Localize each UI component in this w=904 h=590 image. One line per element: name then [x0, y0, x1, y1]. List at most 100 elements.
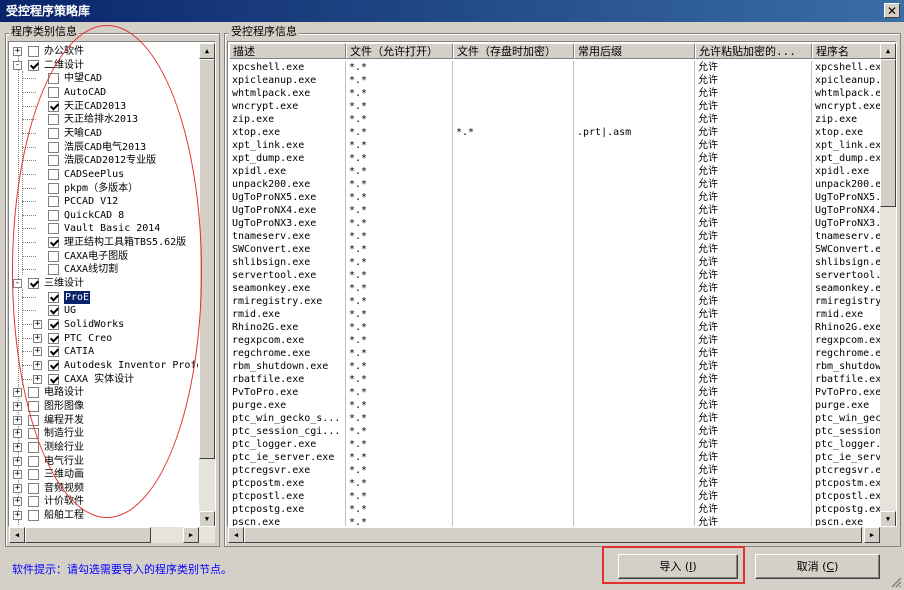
tree-node-checkbox[interactable] — [48, 168, 59, 180]
tree-node-checkbox[interactable] — [48, 127, 59, 139]
tree-node[interactable]: CADSeePlus — [10, 168, 198, 181]
tree-node-checkbox[interactable] — [48, 196, 59, 208]
table-scroll-left-button[interactable]: ◀ — [228, 527, 244, 543]
expand-icon[interactable]: + — [33, 347, 42, 357]
tree-node-checkbox[interactable] — [28, 400, 39, 412]
expand-icon[interactable]: + — [13, 442, 22, 452]
table-row[interactable]: ptcregsvr.exe*.*允许ptcregsvr.exe — [229, 464, 882, 477]
tree-node[interactable]: - 二维设计 — [10, 59, 198, 72]
table-row[interactable]: zip.exe *.* 允许 zip.exe — [229, 113, 882, 126]
tree-node[interactable]: 理正结构工具箱TBS5.62版 — [10, 236, 198, 249]
tree-node[interactable]: CAXA电子图版 — [10, 250, 198, 263]
expand-icon[interactable]: + — [13, 429, 22, 439]
tree-node-checkbox[interactable] — [28, 455, 39, 467]
table-scroll-right-button[interactable]: ▶ — [864, 527, 880, 543]
expand-icon[interactable]: + — [13, 483, 22, 493]
tree-node-checkbox[interactable] — [48, 223, 59, 235]
table-row[interactable]: purge.exe *.* 允许 purge.exe — [229, 399, 882, 412]
tree-node[interactable]: + 电气行业 — [10, 455, 198, 468]
table-row[interactable]: ptc_logger.exe*.*允许ptc_logger.exe — [229, 438, 882, 451]
table-row[interactable]: ptc_session_cgi...*.* 允许ptc_session_cgi — [229, 425, 882, 438]
expand-icon[interactable]: + — [13, 388, 22, 398]
expand-icon[interactable]: + — [33, 320, 42, 329]
tree-node[interactable]: 天正CAD2013 — [10, 100, 198, 113]
table-row[interactable]: UgToProNX5.exe*.*允许UgToProNX5.exe — [229, 191, 882, 204]
close-button[interactable]: ✕ — [884, 3, 900, 18]
table-row[interactable]: shlibsign.exe*.*允许shlibsign.exe — [229, 256, 882, 269]
tree-hscroll-thumb[interactable] — [25, 527, 151, 543]
tree-node-checkbox[interactable] — [48, 209, 59, 221]
column-header[interactable]: 程序名 — [812, 43, 882, 59]
table-row[interactable]: xpcshell.exe *.* 允许 xpcshell.exe — [229, 61, 882, 74]
table-row[interactable]: rmiregistry.exe*.*允许rmiregistry.exe — [229, 295, 882, 308]
tree-node-checkbox[interactable] — [48, 86, 59, 98]
tree-node[interactable]: AutoCAD — [10, 86, 198, 99]
tree-node-checkbox[interactable] — [28, 441, 39, 453]
column-header[interactable]: 文件（存盘时加密） — [453, 43, 574, 59]
tree-node-checkbox[interactable] — [28, 59, 39, 71]
tree-node[interactable]: + 电路设计 — [10, 386, 198, 399]
tree-node-checkbox[interactable] — [28, 414, 39, 426]
tree-node-checkbox[interactable] — [48, 141, 59, 153]
tree-node[interactable]: + Autodesk Inventor Profe — [10, 359, 198, 372]
tree-vertical-scrollbar[interactable]: ▲ ▼ — [199, 43, 215, 526]
tree-node[interactable]: 浩辰CAD电气2013 — [10, 141, 198, 154]
table-row[interactable]: ptcpostl.exe *.* 允许 ptcpostl.exe — [229, 490, 882, 503]
expand-icon[interactable]: + — [13, 497, 22, 507]
tree-node-checkbox[interactable] — [48, 291, 59, 303]
table-row[interactable]: servertool.exe*.*允许servertool.exe — [229, 269, 882, 282]
tree-node[interactable]: pkpm（多版本） — [10, 182, 198, 195]
tree-node[interactable]: 天喻CAD — [10, 127, 198, 140]
tree-node[interactable]: Vault Basic 2014 — [10, 222, 198, 235]
tree-node-checkbox[interactable] — [48, 305, 59, 317]
tree-node[interactable]: + 制造行业 — [10, 427, 198, 440]
tree-node[interactable]: + PTC Creo — [10, 332, 198, 345]
table-row[interactable]: xtop.exe *.* *.* .prt|.asm 允许 xtop.exe — [229, 126, 882, 139]
column-header[interactable]: 描述 — [229, 43, 346, 59]
collapse-icon[interactable]: - — [13, 279, 22, 289]
tree-node[interactable]: ProE — [10, 289, 198, 305]
expand-icon[interactable]: + — [13, 415, 22, 425]
table-row[interactable]: ptc_win_gecko_s...*.* 允许ptc_win_gecko_s — [229, 412, 882, 425]
column-header[interactable]: 文件（允许打开） — [346, 43, 453, 59]
tree-node[interactable]: - 三维设计 — [10, 277, 198, 290]
tree-node-checkbox[interactable] — [48, 114, 59, 126]
table-row[interactable]: seamonkey.exe*.*允许seamonkey.exe — [229, 282, 882, 295]
expand-icon[interactable]: + — [33, 333, 42, 343]
tree-node[interactable]: 天正给排水2013 — [10, 113, 198, 126]
tree-scroll-left-button[interactable]: ◀ — [9, 527, 25, 543]
tree-node[interactable]: + 计价软件 — [10, 495, 198, 508]
tree-node[interactable]: CAXA线切割 — [10, 263, 198, 276]
tree-node[interactable]: + 办公软件 — [10, 45, 198, 58]
table-horizontal-scrollbar[interactable]: ◀ ▶ — [228, 527, 880, 543]
table-row[interactable]: ptcpostg.exe *.* 允许 ptcpostg.exe — [229, 503, 882, 516]
expand-icon[interactable]: + — [13, 47, 22, 56]
expand-icon[interactable]: + — [13, 456, 22, 466]
table-row[interactable]: ptcpostm.exe *.* 允许 ptcpostm.exe — [229, 477, 882, 490]
tree-node-checkbox[interactable] — [28, 428, 39, 440]
table-row[interactable]: rbm_shutdown.exe*.*允许rbm_shutdown.exe — [229, 360, 882, 373]
tree-node-checkbox[interactable] — [28, 469, 39, 481]
table-hscroll-thumb[interactable] — [244, 527, 862, 543]
tree-node-checkbox[interactable] — [28, 510, 39, 522]
table-row[interactable]: xpt_dump.exe *.* 允许 xpt_dump.exe — [229, 152, 882, 165]
tree-node-checkbox[interactable] — [48, 237, 59, 249]
tree-scroll-right-button[interactable]: ▶ — [183, 527, 199, 543]
tree-node[interactable]: + SolidWorks — [10, 318, 198, 331]
tree-node[interactable]: QuickCAD 8 — [10, 209, 198, 222]
table-row[interactable]: Rhino2G.exe *.* 允许 Rhino2G.exe — [229, 321, 882, 334]
table-scroll-down-button[interactable]: ▼ — [880, 511, 896, 526]
tree-node[interactable]: 浩辰CAD2012专业版 — [10, 154, 198, 167]
tree-node-checkbox[interactable] — [48, 100, 59, 112]
table-row[interactable]: xpt_link.exe *.* 允许 xpt_link.exe — [229, 139, 882, 152]
tree-node-checkbox[interactable] — [48, 155, 59, 167]
tree-node-checkbox[interactable] — [48, 332, 59, 344]
import-button[interactable]: 导入 (I) — [618, 554, 738, 579]
table-row[interactable]: UgToProNX4.exe*.*允许UgToProNX4.exe — [229, 204, 882, 217]
table-row[interactable]: regchrome.exe*.*允许regchrome.exe — [229, 347, 882, 360]
program-table[interactable]: 描述 文件（允许打开） 文件（存盘时加密） 常用后缀 允许粘贴加密的... 程序名 xpc… — [227, 41, 897, 527]
tree-scroll-up-button[interactable]: ▲ — [199, 43, 215, 59]
tree-node[interactable]: + 编程开发 — [10, 414, 198, 427]
table-row[interactable]: rbatfile.exe *.* 允许 rbatfile.exe — [229, 373, 882, 386]
tree-node[interactable]: + 测绘行业 — [10, 441, 198, 454]
